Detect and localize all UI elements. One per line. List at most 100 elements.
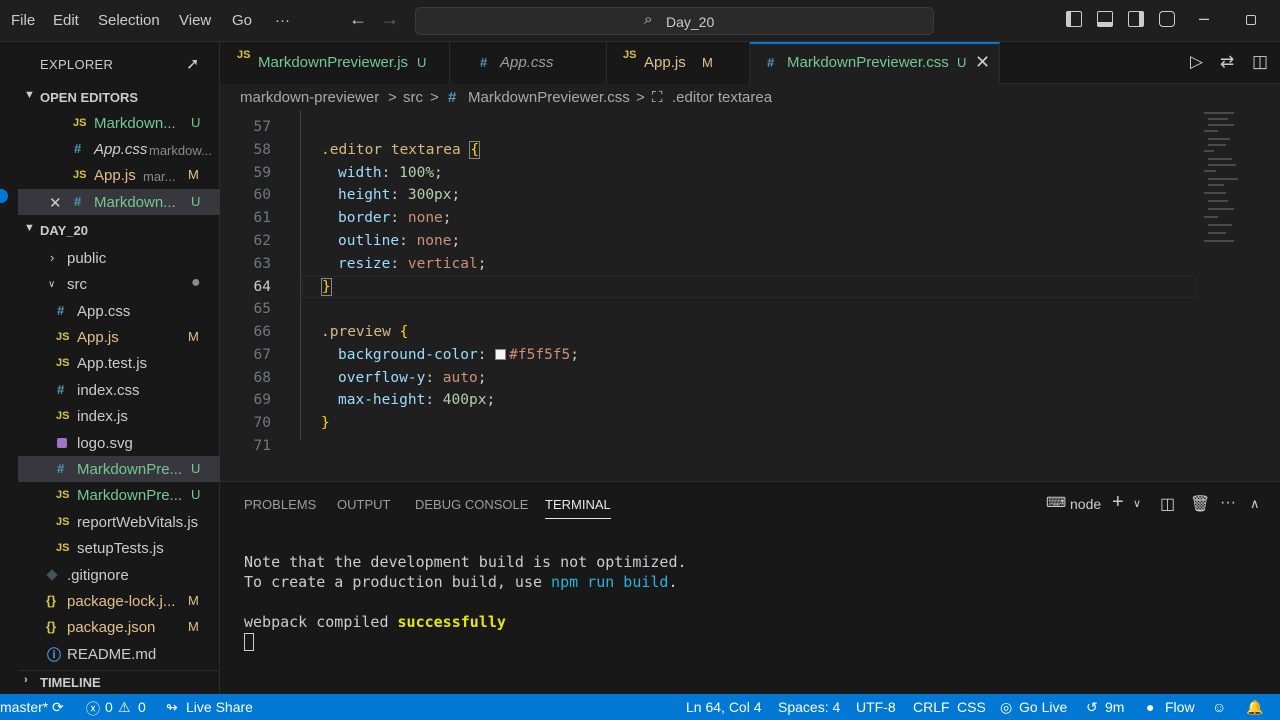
menu-view[interactable]: View: [179, 12, 211, 29]
tree-item-selected[interactable]: # MarkdownPre... U: [18, 456, 220, 482]
tree-item[interactable]: JS MarkdownPre... U: [18, 482, 220, 508]
open-editors-header[interactable]: ▼ OPEN EDITORS: [18, 86, 220, 108]
git-branch[interactable]: master*: [0, 699, 48, 715]
color-swatch[interactable]: [495, 349, 507, 360]
sync-icon[interactable]: ⟳: [52, 699, 64, 716]
cursor-position[interactable]: Ln 64, Col 4: [686, 699, 762, 715]
code-editor[interactable]: 57 58 59 60 61 62 63 64 65 66 67 68 69 7…: [220, 110, 1280, 480]
timeline-header[interactable]: › TIMELINE: [18, 670, 220, 692]
tab-problems[interactable]: PROBLEMS: [244, 497, 316, 512]
line-number: 69: [253, 392, 271, 408]
tab-app-css[interactable]: # App.css: [450, 42, 607, 84]
flow-button[interactable]: Flow: [1165, 699, 1195, 715]
js-file-icon: JS: [623, 49, 637, 61]
toggle-sidebar-icon[interactable]: [1066, 11, 1082, 27]
tree-item[interactable]: {} package-lock.j... M: [18, 588, 220, 614]
tab-markdownpreviewer-js[interactable]: JS MarkdownPreviewer.js U: [220, 42, 450, 84]
toggle-secondary-sidebar-icon[interactable]: [1128, 11, 1144, 27]
terminal-shell-label[interactable]: node: [1070, 496, 1101, 512]
menu-more[interactable]: ···: [275, 12, 290, 29]
customize-layout-icon[interactable]: [1159, 11, 1175, 27]
tree-item[interactable]: JS App.test.js: [18, 350, 220, 376]
chevron-up-icon[interactable]: ∧: [1250, 496, 1260, 512]
run-icon[interactable]: ▷: [1190, 52, 1203, 72]
live-share-icon[interactable]: ↬: [166, 699, 178, 716]
tab-output[interactable]: OUTPUT: [337, 497, 390, 512]
compare-icon[interactable]: ⇄: [1220, 52, 1234, 72]
breadcrumb: markdown-previewer > src > # MarkdownPre…: [220, 84, 1280, 110]
split-editor-icon[interactable]: ◫: [1252, 52, 1268, 72]
warning-count[interactable]: 0: [138, 699, 146, 715]
back-arrow-icon[interactable]: ←: [349, 9, 367, 30]
js-file-icon: JS: [56, 331, 70, 343]
add-terminal-icon[interactable]: +: [1112, 491, 1124, 514]
error-icon[interactable]: ⓧ: [86, 699, 100, 719]
open-editor-item-active[interactable]: ✕ # Markdown... U: [18, 189, 220, 215]
svg-file-icon: [57, 438, 67, 448]
tree-item[interactable]: JS setupTests.js: [18, 535, 220, 561]
js-file-icon: JS: [56, 516, 70, 528]
tree-item[interactable]: .gitignore: [18, 562, 220, 588]
trash-icon[interactable]: 🗑: [1190, 494, 1210, 514]
close-icon[interactable]: ✕: [975, 52, 990, 73]
open-editor-item[interactable]: JS App.js mar... M: [18, 162, 220, 188]
line-number: 63: [253, 256, 271, 272]
breadcrumb-item[interactable]: markdown-previewer: [240, 89, 379, 106]
tree-item[interactable]: logo.svg: [18, 430, 220, 456]
tab-app-js[interactable]: JS App.js M: [607, 42, 750, 84]
line-number: 57: [253, 119, 271, 135]
code-line: .preview {: [321, 324, 409, 340]
mouse-cursor-icon: ➚: [186, 56, 200, 73]
line-ending[interactable]: CRLF: [913, 699, 950, 715]
tree-item-public[interactable]: › public: [18, 245, 220, 271]
language-mode[interactable]: CSS: [957, 699, 986, 715]
error-count[interactable]: 0: [105, 699, 113, 715]
forward-arrow-icon[interactable]: →: [381, 9, 399, 30]
chevron-down-icon[interactable]: ∨: [1133, 497, 1141, 510]
menu-file[interactable]: File: [11, 12, 35, 29]
menu-selection[interactable]: Selection: [98, 12, 160, 29]
open-editor-item[interactable]: JS Markdown... U: [18, 110, 220, 136]
tab-debug-console[interactable]: DEBUG CONSOLE: [415, 497, 528, 512]
go-live-button[interactable]: Go Live: [1019, 699, 1067, 715]
code-line: resize: vertical;: [338, 256, 487, 272]
bottom-panel: PROBLEMS OUTPUT DEBUG CONSOLE TERMINAL ⌨…: [220, 481, 1280, 694]
tree-item[interactable]: # index.css: [18, 377, 220, 403]
tree-item[interactable]: # App.css: [18, 298, 220, 324]
command-center-search[interactable]: ⌕ Day_20: [415, 7, 934, 35]
indentation[interactable]: Spaces: 4: [778, 699, 840, 715]
breadcrumb-item[interactable]: MarkdownPreviewer.css: [468, 89, 630, 106]
split-terminal-icon[interactable]: ◫: [1160, 494, 1175, 514]
menu-go[interactable]: Go: [232, 12, 252, 29]
toggle-panel-icon[interactable]: [1097, 11, 1113, 27]
chevron-right-icon: ›: [24, 674, 28, 686]
tab-markdownpreviewer-css[interactable]: # MarkdownPreviewer.css U ✕: [750, 42, 1000, 84]
minimize-icon[interactable]: –: [1199, 8, 1209, 29]
bell-icon[interactable]: 🔔: [1246, 699, 1263, 716]
tree-item-src[interactable]: ∨ src ●: [18, 271, 220, 297]
open-editor-item[interactable]: # App.css markdow...: [18, 136, 220, 162]
tree-item[interactable]: ⓘ README.md: [18, 641, 220, 667]
live-share-button[interactable]: Live Share: [186, 699, 253, 715]
chevron-down-icon: ▼: [24, 89, 35, 101]
tree-item[interactable]: JS App.js M: [18, 324, 220, 350]
tab-terminal[interactable]: TERMINAL: [545, 497, 611, 519]
status-bar: master* ⟳ ⓧ 0 ⚠ 0 ↬ Live Share Ln 64, Co…: [0, 694, 1280, 720]
encoding[interactable]: UTF-8: [856, 699, 896, 715]
more-actions-icon[interactable]: ···: [1220, 494, 1236, 512]
tree-item[interactable]: JS reportWebVitals.js: [18, 509, 220, 535]
restore-icon[interactable]: [1246, 15, 1256, 25]
breadcrumb-item[interactable]: src: [403, 89, 423, 106]
tree-item[interactable]: {} package.json M: [18, 614, 220, 640]
line-number: 64: [253, 279, 271, 295]
folder-header[interactable]: ▼ DAY_20: [18, 219, 220, 241]
timer[interactable]: 9m: [1105, 699, 1124, 715]
warning-icon[interactable]: ⚠: [118, 699, 131, 716]
tree-item[interactable]: JS index.js: [18, 403, 220, 429]
accounts-icon[interactable]: ☺: [1212, 699, 1226, 715]
minimap[interactable]: [1204, 110, 1244, 250]
breadcrumb-item[interactable]: .editor textarea: [672, 89, 772, 106]
code-line: outline: none;: [338, 233, 461, 249]
close-icon[interactable]: ✕: [49, 194, 62, 212]
menu-edit[interactable]: Edit: [53, 12, 79, 29]
